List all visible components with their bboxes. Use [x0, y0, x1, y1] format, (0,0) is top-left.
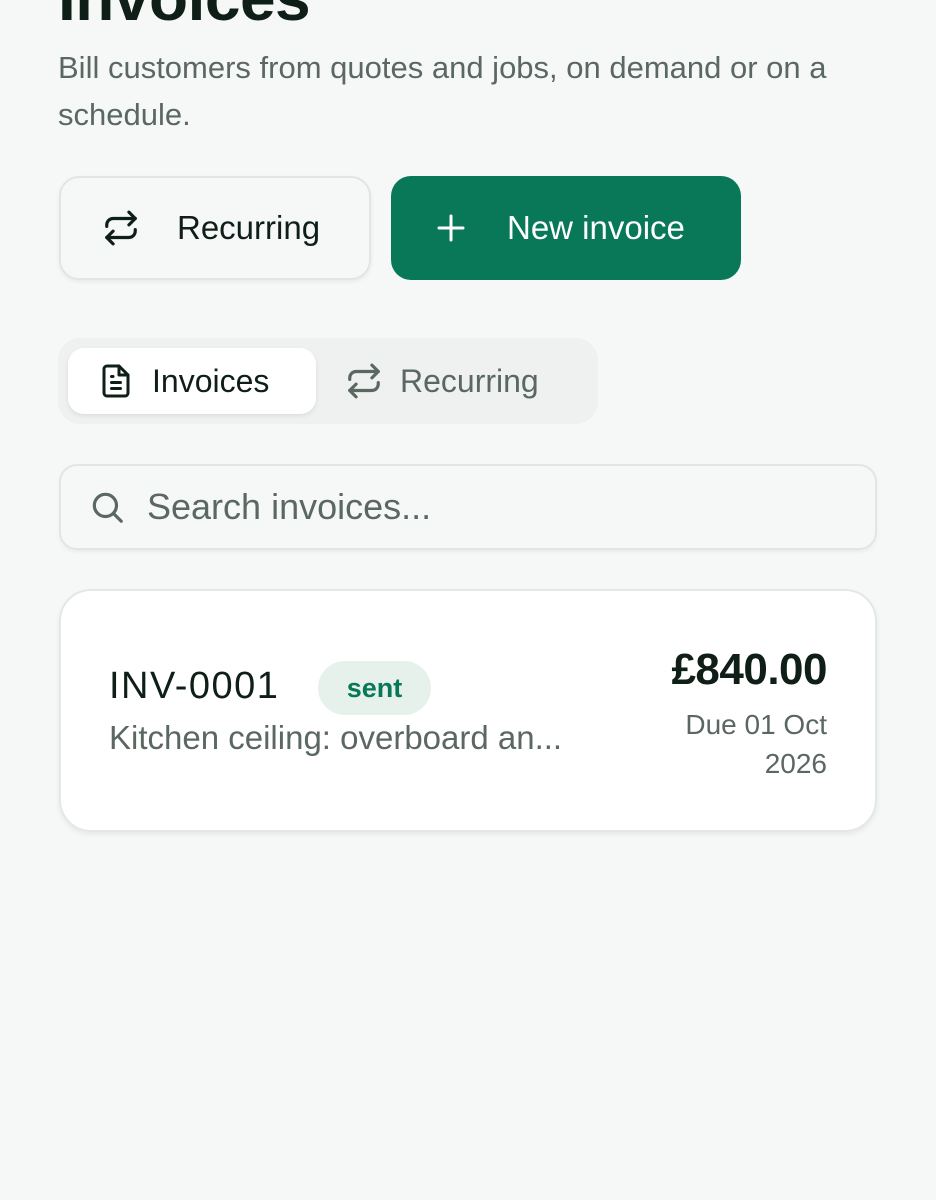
search-icon [87, 487, 127, 527]
status-badge: sent [318, 661, 431, 715]
invoice-number: INV-0001 [109, 665, 280, 707]
search-bar [59, 464, 877, 550]
tab-recurring[interactable]: Recurring [334, 348, 584, 414]
search-input[interactable] [147, 486, 847, 528]
plus-icon [431, 208, 471, 248]
page-title: Invoices [58, 0, 311, 34]
document-icon [96, 361, 136, 401]
recurring-button[interactable]: Recurring [59, 176, 371, 280]
new-invoice-button-label: New invoice [507, 209, 685, 246]
repeat-icon [101, 208, 141, 248]
new-invoice-button[interactable]: New invoice [391, 176, 741, 280]
page-subtitle: Bill customers from quotes and jobs, on … [58, 50, 827, 132]
recurring-button-label: Recurring [177, 209, 321, 246]
tab-invoices[interactable]: Invoices [68, 348, 316, 414]
invoice-amount: £840.00 [671, 645, 827, 694]
invoice-due-date: Due 01 Oct 2026 [685, 709, 827, 779]
tab-invoices-label: Invoices [152, 362, 270, 399]
repeat-icon [344, 361, 384, 401]
invoice-card[interactable]: INV-0001 sent Kitchen ceiling: overboard… [59, 589, 877, 832]
tab-recurring-label: Recurring [400, 362, 539, 399]
invoices-page: Invoices Bill customers from quotes and … [0, 0, 936, 1200]
view-tabs: Invoices Recurring [58, 338, 598, 424]
invoice-description: Kitchen ceiling: overboard an... [109, 719, 563, 756]
